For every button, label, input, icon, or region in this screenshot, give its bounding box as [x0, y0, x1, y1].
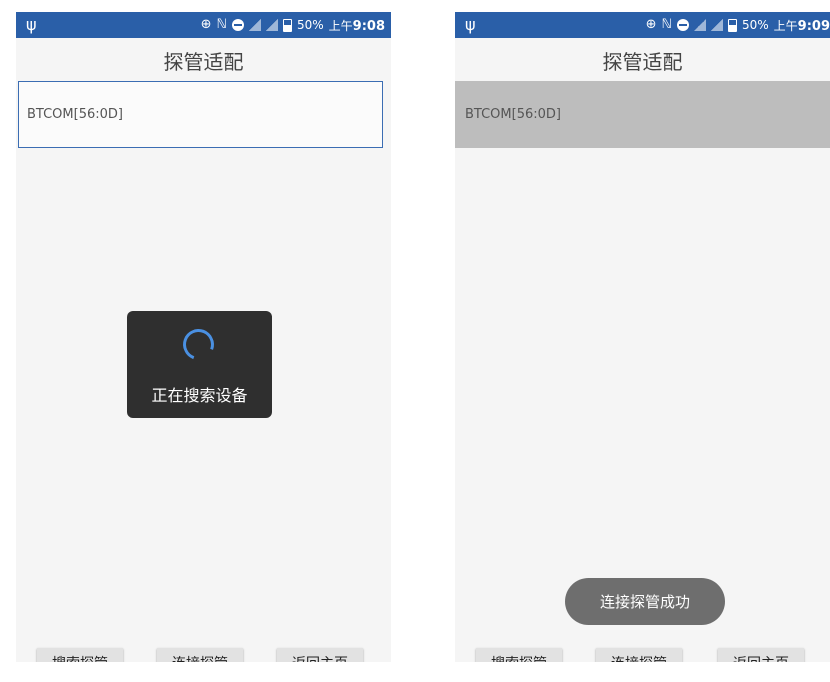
status-bar: ψ ⊕ ℕ 50% 上午9:09 — [455, 12, 830, 38]
toast-message: 连接探管成功 — [565, 578, 725, 625]
clock-prefix: 上午 — [328, 18, 353, 33]
connect-probe-button[interactable]: 连接探管 — [596, 648, 682, 662]
clock-time: 9:09 — [797, 18, 830, 34]
gps-icon: ⊕ — [645, 17, 657, 32]
page-title: 探管适配 — [602, 50, 683, 74]
device-list-item[interactable]: BTCOM[56:0D] — [18, 81, 383, 148]
status-icons: ⊕ ℕ 50% 上午9:08 — [201, 12, 385, 38]
signal-icon — [693, 19, 706, 31]
page-title: 探管适配 — [163, 50, 244, 74]
search-probe-button[interactable]: 搜索探管 — [476, 648, 562, 662]
battery-icon — [727, 18, 737, 32]
status-bar: ψ ⊕ ℕ 50% 上午9:08 — [16, 12, 391, 38]
phone-screen-connected: ψ ⊕ ℕ 50% 上午9:09 探管适配 BTCOM[56:0D] 连接探管成… — [455, 12, 830, 662]
clock-prefix: 上午 — [773, 18, 798, 33]
nfc-icon: ℕ — [661, 17, 672, 32]
home-button[interactable]: 返回主页 — [718, 648, 804, 662]
battery-percent: 50% — [296, 18, 324, 32]
gps-icon: ⊕ — [200, 17, 212, 32]
status-icons: ⊕ ℕ 50% 上午9:09 — [646, 12, 830, 38]
battery-percent: 50% — [741, 18, 769, 32]
nfc-icon: ℕ — [216, 17, 227, 32]
phone-screen-searching: ψ ⊕ ℕ 50% 上午9:08 探管适配 BTCOM[56:0D] 正在搜索设… — [16, 12, 391, 662]
search-probe-button[interactable]: 搜索探管 — [37, 648, 123, 662]
do-not-disturb-icon — [231, 19, 244, 31]
signal-icon — [248, 19, 261, 31]
connect-probe-button[interactable]: 连接探管 — [157, 648, 243, 662]
battery-icon — [282, 18, 292, 32]
loading-dialog: 正在搜索设备 — [127, 311, 272, 418]
clock: 上午9:08 — [329, 17, 385, 34]
loading-text: 正在搜索设备 — [151, 386, 248, 405]
spinner-icon — [177, 323, 220, 366]
usb-icon: ψ — [465, 15, 476, 34]
do-not-disturb-icon — [676, 19, 689, 31]
signal-icon — [265, 19, 278, 31]
signal-icon — [710, 19, 723, 31]
home-button[interactable]: 返回主页 — [277, 648, 363, 662]
usb-icon: ψ — [26, 15, 37, 34]
clock-time: 9:08 — [352, 18, 385, 34]
clock: 上午9:09 — [774, 17, 830, 34]
device-list-item-selected[interactable]: BTCOM[56:0D] — [455, 81, 830, 148]
